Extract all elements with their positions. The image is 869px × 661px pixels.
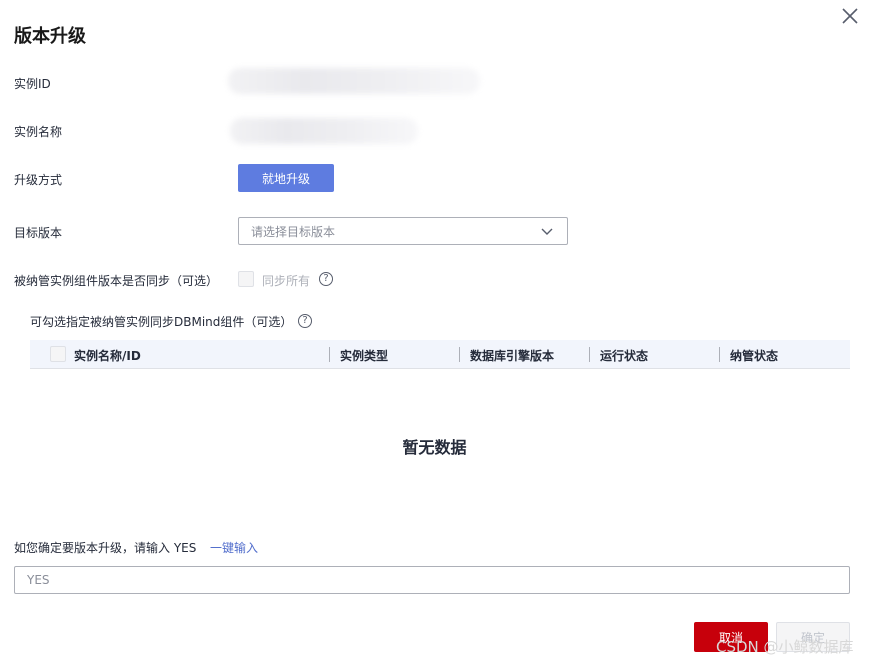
column-divider xyxy=(459,347,460,362)
table-header: 实例名称/ID 实例类型 数据库引擎版本 运行状态 纳管状态 xyxy=(30,340,850,369)
column-run-status: 运行状态 xyxy=(600,349,649,363)
sync-all-checkbox[interactable] xyxy=(238,271,254,287)
sync-components-label: 被纳管实例组件版本是否同步（可选） xyxy=(14,274,219,288)
target-version-label: 目标版本 xyxy=(14,226,63,240)
column-divider xyxy=(329,347,330,362)
in-place-upgrade-button[interactable]: 就地升级 xyxy=(238,164,334,192)
dialog-title: 版本升级 xyxy=(14,26,86,47)
target-version-placeholder: 请选择目标版本 xyxy=(251,224,336,239)
upgrade-mode-label: 升级方式 xyxy=(14,173,63,187)
instance-id-label: 实例ID xyxy=(14,77,51,91)
one-click-input-link[interactable]: 一键输入 xyxy=(210,539,258,556)
instance-name-value-redacted xyxy=(230,118,418,144)
column-engine-version: 数据库引擎版本 xyxy=(470,349,555,363)
target-version-select[interactable]: 请选择目标版本 xyxy=(238,217,568,245)
column-divider xyxy=(719,347,720,362)
upgrade-dialog: 版本升级 实例ID 实例名称 升级方式 就地升级 目标版本 请选择目标版本 被纳… xyxy=(0,0,869,661)
help-icon[interactable]: ? xyxy=(319,272,333,286)
watermark: CSDN @小鲸数据库 xyxy=(716,638,854,656)
instance-name-label: 实例名称 xyxy=(14,125,63,139)
help-icon[interactable]: ? xyxy=(298,314,312,328)
instance-id-value-redacted xyxy=(228,68,480,94)
chevron-down-icon xyxy=(541,226,553,236)
sync-all-label: 同步所有 xyxy=(262,274,311,288)
column-instance-name: 实例名称/ID xyxy=(74,349,141,363)
column-managed-status: 纳管状态 xyxy=(730,349,779,363)
column-divider xyxy=(589,347,590,362)
confirm-input[interactable] xyxy=(14,566,850,594)
component-table-subtitle: 可勾选指定被纳管实例同步DBMind组件（可选） xyxy=(30,315,293,329)
confirm-prompt: 如您确定要版本升级，请输入 YES xyxy=(14,541,197,555)
close-icon[interactable] xyxy=(840,6,860,26)
select-all-checkbox[interactable] xyxy=(50,346,66,362)
column-instance-type: 实例类型 xyxy=(340,349,389,363)
table-empty-state: 暂无数据 xyxy=(402,438,467,457)
